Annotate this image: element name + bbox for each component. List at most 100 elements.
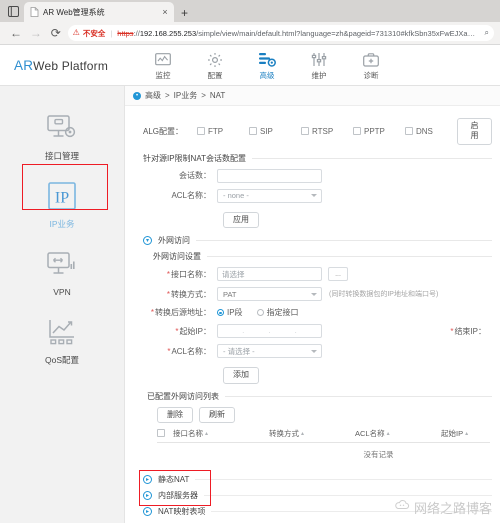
src-address-option-label-ip-range: IP段 [227,308,243,318]
breadcrumb-separator-2: > [201,91,206,100]
src-address-row: *转换后源地址： IP段 指定接口 [143,307,492,318]
session-limit-title: 针对源IP限制NAT会话数配置 [143,153,492,164]
forward-button[interactable]: → [26,27,46,39]
alg-checkbox-sip[interactable]: SIP [249,127,301,136]
alg-label-ftp: FTP [208,126,224,136]
zoom-indicator-icon[interactable]: ⌕ [482,28,489,38]
alg-checkbox-pptp[interactable]: PPTP [353,127,405,136]
checkbox-icon[interactable] [249,127,257,136]
browser-tab[interactable]: AR Web管理系统 × [24,2,174,22]
watermark-icon [395,500,410,515]
watermark-text: 网络之路博客 [413,502,492,517]
topnav-item-advanced[interactable]: 高级 [250,51,284,81]
session-apply-button[interactable]: 应用 [223,211,259,229]
breadcrumb-separator-1: > [165,91,170,100]
sidebar-item-vpn[interactable]: VPN [0,238,124,306]
start-ip-row: *起始IP： . . . *结束IP： [143,324,492,339]
topnav-label-monitor: 监控 [155,71,171,80]
tab-strip: AR Web管理系统 × + [0,0,500,22]
sliders-icon [311,51,327,68]
wan-access-settings-title: 外网访问设置 [153,251,492,262]
column-header-start-ip[interactable]: 起始IP ▴ [441,428,490,439]
reload-button[interactable]: ⟳ [46,27,66,39]
translate-mode-row: *转换方式： PAT (同时转换数据包的IP地址和端口号) [143,287,492,302]
section-label-nat-mapping-table: NAT映射表项 [158,507,206,517]
wan-table-refresh-button[interactable]: 刷新 [199,406,235,423]
topnav-item-maintenance[interactable]: 维护 [302,51,336,81]
sidebar-item-qos[interactable]: QoS配置 [0,306,124,374]
src-address-option-interface[interactable]: 指定接口 [256,307,299,318]
ip-dot-1: . [242,327,245,335]
collapse-toggle-icon[interactable]: ▾ [143,236,152,246]
alg-checkbox-dns[interactable]: DNS [405,127,457,136]
tab-close-icon[interactable]: × [160,7,170,17]
breadcrumb-crumb-nat: NAT [209,91,226,100]
checkbox-icon[interactable] [197,127,205,136]
checkbox-icon[interactable] [353,127,361,136]
breadcrumb-crumb-advanced[interactable]: 高级 [145,90,161,101]
wan-access-table: 接口名称 ▴ 转换方式 ▴ ACL名称 ▴ 起始IP ▴ 没有记录 [157,428,490,460]
session-limit-group: 针对源IP限制NAT会话数配置 会话数： ACL名称： - none - 应用 [143,153,492,229]
radio-icon[interactable] [217,309,224,317]
select-all-checkbox[interactable] [157,429,173,438]
briefcase-icon [363,51,379,68]
session-count-row: 会话数： [143,168,492,183]
wan-table-delete-button[interactable]: 删除 [157,406,193,423]
topnav-item-diagnostics[interactable]: 诊断 [354,51,388,81]
wan-add-button[interactable]: 添加 [223,367,259,384]
interface-icon [47,111,77,145]
sidebar-item-interface-management[interactable]: 接口管理 [0,102,124,170]
not-secure-label: 不安全 [82,28,106,38]
wan-access-title: ▾ 外网访问 [143,235,492,246]
address-bar[interactable]: ⚠ 不安全 | https://192.168.255.253/simple/v… [67,25,494,41]
interface-browse-button[interactable]: ... [328,267,348,282]
start-ip-label-text: 起始IP： [179,326,211,336]
topnav-label-config: 配置 [207,71,223,80]
topnav-label-advanced: 高级 [259,71,275,80]
sort-caret-icon: ▴ [386,430,390,437]
breadcrumb-marker-icon: • [133,91,141,100]
wan-acl-select[interactable]: - 请选择 - [217,344,322,359]
session-acl-select[interactable]: - none - [217,188,322,203]
wan-access-group: ▾ 外网访问 外网访问设置 *接口名称： 请选择 ... *转换方式： PAT [143,235,492,460]
checkbox-icon[interactable] [301,127,309,136]
column-header-interface-name[interactable]: 接口名称 ▴ [173,428,269,439]
alg-checkbox-rtsp[interactable]: RTSP [301,127,353,136]
column-header-translate-mode[interactable]: 转换方式 ▴ [269,428,355,439]
gear-icon [207,51,223,68]
column-header-acl-name[interactable]: ACL名称 ▴ [355,428,441,439]
tab-search-icon[interactable] [4,3,22,19]
radio-icon[interactable] [256,309,264,317]
topnav-label-maintenance: 维护 [311,71,327,80]
breadcrumb: • 高级 > IP业务 > NAT [125,86,500,106]
advanced-icon [258,51,276,68]
sort-caret-icon: ▴ [205,430,209,437]
required-marker: * [166,269,170,279]
checkbox-icon[interactable] [405,127,413,136]
interface-name-label: *接口名称： [143,269,217,280]
src-address-option-ip-range[interactable]: IP段 [217,307,243,318]
expand-toggle-icon[interactable]: ▸ [143,507,152,517]
session-count-input[interactable] [217,168,322,183]
content-area: • 高级 > IP业务 > NAT ALG配置： FTP SIP RTSP PP… [125,86,500,523]
wan-table-toolbar: 删除 刷新 [157,406,492,423]
topnav-item-monitor[interactable]: 监控 [146,51,180,81]
breadcrumb-crumb-ip-service[interactable]: IP业务 [174,90,198,101]
topnav-item-config[interactable]: 配置 [198,51,232,81]
alg-enable-button[interactable]: 启用 [457,118,492,145]
back-button[interactable]: ← [6,27,26,39]
sidebar-item-ip-service[interactable]: IP IP业务 [0,170,124,238]
checkbox-icon[interactable] [157,429,165,438]
new-tab-button[interactable]: + [181,7,188,19]
expand-toggle-icon[interactable]: ▸ [143,475,152,485]
start-ip-input[interactable]: . . . [217,324,322,339]
column-header-label: ACL名称 [355,428,385,438]
tab-title: AR Web管理系统 [43,7,105,17]
translate-mode-select[interactable]: PAT [217,287,322,302]
section-static-nat[interactable]: ▸ 静态NAT [143,472,492,488]
expand-toggle-icon[interactable]: ▸ [143,491,152,501]
alg-checkbox-ftp[interactable]: FTP [197,127,249,136]
browser-toolbar: ← → ⟳ ⚠ 不安全 | https://192.168.255.253/si… [0,22,500,45]
wan-access-title-text: 外网访问 [158,236,190,246]
interface-name-input[interactable]: 请选择 [217,267,322,282]
